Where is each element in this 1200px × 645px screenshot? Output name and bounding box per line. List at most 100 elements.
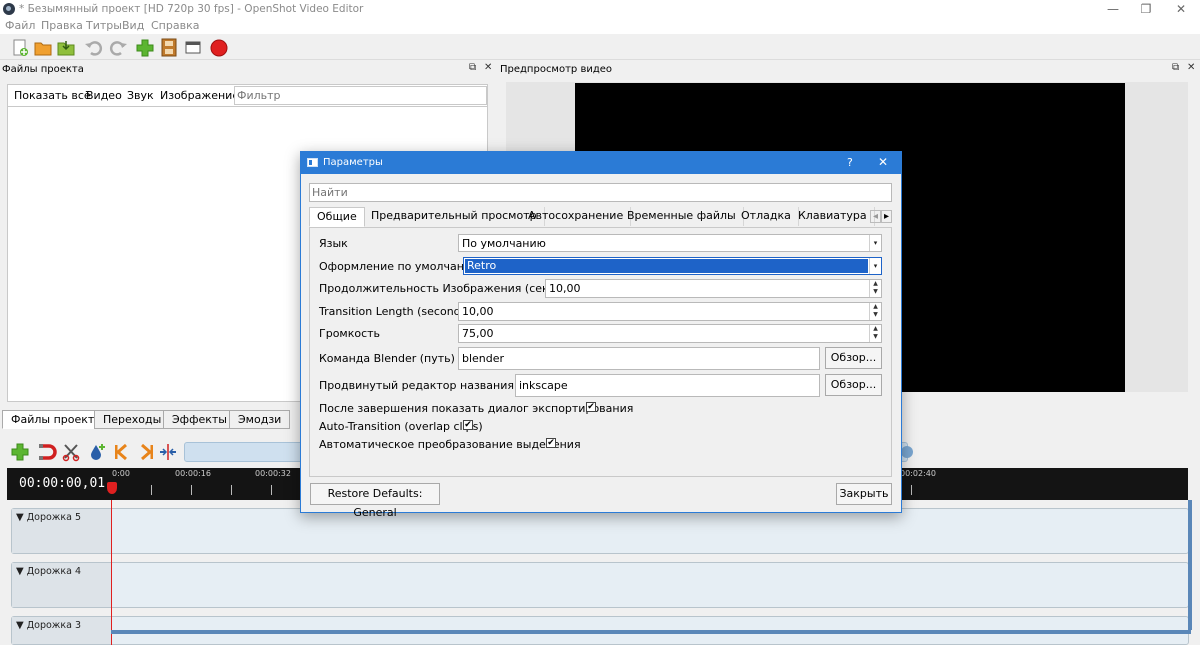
open-project-icon[interactable] xyxy=(33,38,53,57)
add-marker-icon[interactable] xyxy=(87,442,107,462)
ruler-tick xyxy=(271,485,272,495)
theme-value: Retro xyxy=(465,259,868,273)
bottom-tab-emoji[interactable]: Эмодзи xyxy=(229,410,291,429)
blender-path-label: Команда Blender (путь) xyxy=(319,352,455,365)
dialog-help-button[interactable]: ? xyxy=(847,156,853,169)
previous-marker-icon[interactable] xyxy=(112,442,132,462)
fullscreen-icon[interactable] xyxy=(183,38,203,57)
menu-view[interactable]: Вид xyxy=(122,19,144,32)
choose-profile-icon[interactable] xyxy=(159,38,179,57)
tab-video[interactable]: Видео xyxy=(81,85,127,107)
ruler-tick-label: 00:02:40 xyxy=(900,469,936,478)
timeline-vertical-scrollbar[interactable] xyxy=(1188,500,1192,630)
preferences-tabs: Общие Предварительный просмотр Автосохра… xyxy=(309,207,892,227)
files-filter-tabs: Показать всё Видео Звук Изображение xyxy=(8,85,487,107)
window-close-button[interactable]: ✕ xyxy=(1166,1,1196,17)
spin-arrows-icon[interactable]: ▲ ▼ xyxy=(869,303,881,320)
ruler-tick-label: 00:00:16 xyxy=(175,469,211,478)
transition-length-label: Transition Length (seconds) xyxy=(319,305,471,318)
playhead-handle[interactable] xyxy=(107,482,117,494)
blender-path-value: blender xyxy=(462,352,505,365)
spin-arrows-icon[interactable]: ▲ ▼ xyxy=(869,325,881,342)
tab-preview[interactable]: Предварительный просмотр xyxy=(364,207,545,226)
undo-icon[interactable] xyxy=(84,38,104,57)
blender-path-input[interactable]: blender xyxy=(458,347,820,370)
tab-scroll-right-button[interactable]: ▸ xyxy=(881,210,892,223)
track-name: ▼ Дорожка 4 xyxy=(16,566,81,577)
files-panel-close-icon[interactable]: ✕ xyxy=(484,62,492,73)
restore-defaults-button[interactable]: Restore Defaults: General xyxy=(310,483,440,519)
menu-titles[interactable]: Титры xyxy=(86,19,122,32)
ruler-tick xyxy=(151,485,152,495)
maximize-button[interactable]: ❐ xyxy=(1131,1,1161,17)
track-name: ▼ Дорожка 5 xyxy=(16,512,81,523)
new-project-icon[interactable] xyxy=(10,38,30,57)
preferences-dialog: Параметры ? ✕ Общие Предварительный прос… xyxy=(300,151,902,519)
volume-spinbox[interactable]: 75,00 ▲ ▼ xyxy=(458,324,882,343)
tab-autosave[interactable]: Автосохранение xyxy=(521,207,632,226)
zoom-slider-handle[interactable] xyxy=(901,446,913,458)
bottom-tab-effects[interactable]: Эффекты xyxy=(163,410,236,429)
image-duration-spinbox[interactable]: 10,00 ▲ ▼ xyxy=(545,279,882,298)
image-duration-value: 10,00 xyxy=(549,282,581,295)
dialog-close-button[interactable]: ✕ xyxy=(878,155,888,169)
tab-scroll-left-button[interactable]: ◂ xyxy=(870,210,881,223)
menu-edit[interactable]: Правка xyxy=(41,19,83,32)
title-editor-browse-button[interactable]: Обзор... xyxy=(825,374,882,396)
menu-file[interactable]: Файл xyxy=(5,19,35,32)
theme-select[interactable]: Retro ▾ xyxy=(463,257,882,275)
title-editor-path-input[interactable]: inkscape xyxy=(515,374,820,397)
preview-panel-float-icon[interactable]: ⧉ xyxy=(1172,62,1179,73)
tab-debug[interactable]: Отладка xyxy=(734,207,799,226)
window-title: * Безымянный проект [HD 720p 30 fps] - O… xyxy=(19,3,364,15)
export-dialog-checkbox[interactable]: ✔ xyxy=(586,402,596,412)
save-project-icon[interactable] xyxy=(56,38,76,57)
tab-temp-files[interactable]: Временные файлы xyxy=(620,207,744,226)
auto-selection-checkbox-label: Автоматическое преобразование выделения xyxy=(319,438,581,451)
center-playhead-icon[interactable] xyxy=(158,442,178,462)
next-marker-icon[interactable] xyxy=(136,442,156,462)
spin-arrows-icon[interactable]: ▲ ▼ xyxy=(869,280,881,297)
tab-general[interactable]: Общие xyxy=(309,207,365,227)
dialog-window-icon xyxy=(307,158,318,167)
minimize-button[interactable]: — xyxy=(1098,1,1128,17)
window-title-bar: * Безымянный проект [HD 720p 30 fps] - O… xyxy=(0,0,1200,18)
auto-transition-checkbox[interactable]: ✔ xyxy=(463,420,473,430)
menu-bar: Файл Правка Титры Вид Справка xyxy=(0,18,1200,34)
track[interactable]: ▼ Дорожка 5 xyxy=(11,508,1189,554)
tab-keyboard[interactable]: Клавиатура xyxy=(791,207,875,226)
preferences-search-input[interactable] xyxy=(309,183,892,202)
ruler-tick xyxy=(911,485,912,495)
files-filter-input[interactable] xyxy=(234,86,487,105)
language-select[interactable]: По умолчанию ▾ xyxy=(458,234,882,252)
playhead-line xyxy=(111,500,112,645)
menu-help[interactable]: Справка xyxy=(151,19,199,32)
ruler-tick xyxy=(191,485,192,495)
main-toolbar xyxy=(0,34,1200,60)
redo-icon[interactable] xyxy=(108,38,128,57)
blender-browse-button[interactable]: Обзор... xyxy=(825,347,882,369)
title-editor-path-value: inkscape xyxy=(519,379,568,392)
import-files-icon[interactable] xyxy=(135,38,155,57)
files-panel-title: Файлы проекта xyxy=(2,64,84,75)
tab-audio[interactable]: Звук xyxy=(122,85,159,107)
add-track-icon[interactable] xyxy=(10,442,30,462)
razor-icon[interactable] xyxy=(61,442,81,462)
files-panel-float-icon[interactable]: ⧉ xyxy=(469,62,476,73)
ruler-tick xyxy=(231,485,232,495)
export-video-icon[interactable] xyxy=(209,38,229,57)
timeline-horizontal-scrollbar[interactable] xyxy=(111,630,1191,634)
preview-panel-close-icon[interactable]: ✕ xyxy=(1187,62,1195,73)
track[interactable]: ▼ Дорожка 4 xyxy=(11,562,1189,608)
chevron-down-icon: ▾ xyxy=(869,235,881,251)
language-label: Язык xyxy=(319,237,348,250)
openshot-logo-icon xyxy=(3,3,15,15)
bottom-tab-transitions[interactable]: Переходы xyxy=(94,410,171,429)
snapping-icon[interactable] xyxy=(37,442,57,462)
auto-selection-checkbox[interactable]: ✔ xyxy=(546,438,556,448)
dialog-title: Параметры xyxy=(323,157,383,168)
tab-image[interactable]: Изображение xyxy=(155,85,244,107)
dialog-close-footer-button[interactable]: Закрыть xyxy=(836,483,892,505)
transition-length-spinbox[interactable]: 10,00 ▲ ▼ xyxy=(458,302,882,321)
track-name: ▼ Дорожка 3 xyxy=(16,620,81,631)
